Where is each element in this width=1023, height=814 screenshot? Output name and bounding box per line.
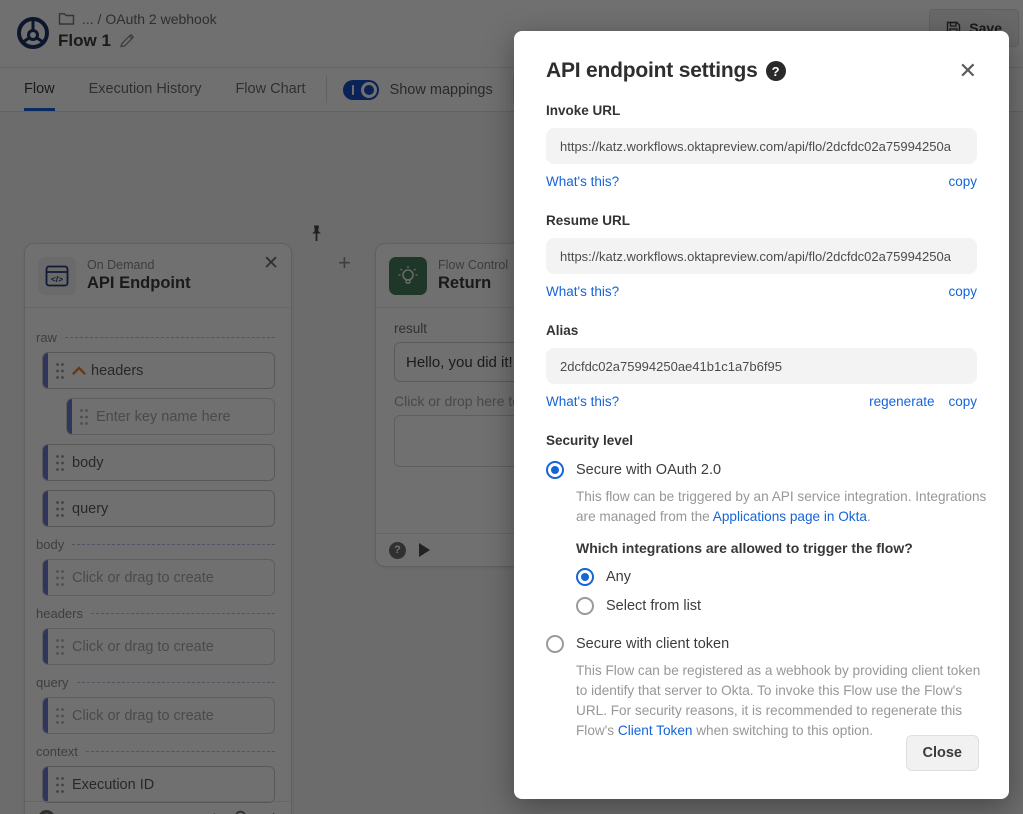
resume-url-label: Resume URL — [546, 213, 977, 228]
alias-whats-this-link[interactable]: What's this? — [546, 394, 619, 409]
resume-whats-this-link[interactable]: What's this? — [546, 284, 619, 299]
any-radio-selected[interactable] — [576, 568, 594, 586]
invoke-url-field[interactable]: https://katz.workflows.oktapreview.com/a… — [546, 128, 977, 164]
security-level-label: Security level — [546, 433, 977, 448]
resume-url-field[interactable]: https://katz.workflows.oktapreview.com/a… — [546, 238, 977, 274]
integrations-radio-group: Any Select from list — [576, 568, 977, 615]
select-from-list-radio-row[interactable]: Select from list — [576, 597, 977, 615]
select-from-list-radio[interactable] — [576, 597, 594, 615]
modal-help-icon[interactable]: ? — [766, 61, 786, 81]
applications-page-link[interactable]: Applications page in Okta — [713, 509, 867, 524]
invoke-copy-link[interactable]: copy — [948, 174, 977, 189]
invoke-url-links: What's this? copy — [546, 174, 977, 189]
alias-regenerate-link[interactable]: regenerate — [869, 394, 934, 409]
modal-title-row: API endpoint settings ? ✕ — [546, 59, 977, 83]
resume-url-links: What's this? copy — [546, 284, 977, 299]
oauth-radio-selected[interactable] — [546, 461, 564, 479]
close-button[interactable]: Close — [906, 735, 980, 771]
resume-copy-link[interactable]: copy — [948, 284, 977, 299]
alias-field[interactable]: 2dcfdc02a75994250ae41b1c1a7b6f95 — [546, 348, 977, 384]
oauth-radio-row[interactable]: Secure with OAuth 2.0 — [546, 461, 977, 479]
oauth-description: This flow can be triggered by an API ser… — [576, 487, 990, 526]
invoke-whats-this-link[interactable]: What's this? — [546, 174, 619, 189]
api-endpoint-settings-modal: API endpoint settings ? ✕ Invoke URL htt… — [514, 31, 1009, 799]
integrations-question: Which integrations are allowed to trigge… — [576, 540, 977, 556]
client-desc-tail: when switching to this option. — [692, 723, 873, 738]
oauth-radio-label: Secure with OAuth 2.0 — [576, 462, 721, 478]
modal-title: API endpoint settings — [546, 59, 758, 83]
alias-copy-link[interactable]: copy — [948, 394, 977, 409]
client-token-description: This Flow can be registered as a webhook… — [576, 661, 990, 740]
invoke-url-label: Invoke URL — [546, 103, 977, 118]
any-radio-label: Any — [606, 569, 631, 585]
alias-label: Alias — [546, 323, 977, 338]
select-from-list-label: Select from list — [606, 598, 701, 614]
oauth-desc-period: . — [867, 509, 871, 524]
any-radio-row[interactable]: Any — [576, 568, 977, 586]
client-token-radio-row[interactable]: Secure with client token — [546, 635, 977, 653]
alias-links: What's this? regenerate copy — [546, 394, 977, 409]
client-token-link[interactable]: Client Token — [618, 723, 693, 738]
client-token-radio[interactable] — [546, 635, 564, 653]
modal-close-icon[interactable]: ✕ — [959, 60, 977, 82]
client-token-label: Secure with client token — [576, 636, 729, 652]
